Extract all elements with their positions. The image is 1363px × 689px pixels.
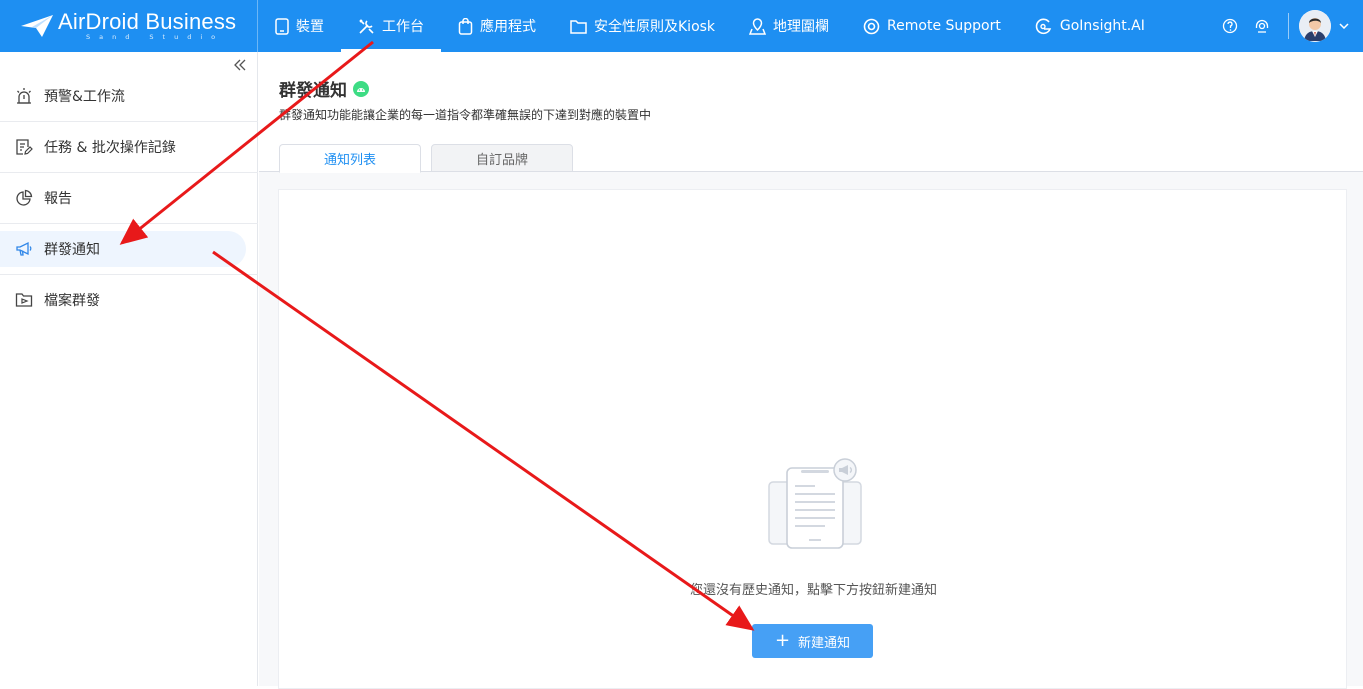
sidebar-item-label: 檔案群發 xyxy=(44,293,100,309)
tab-custom-branding[interactable]: 自訂品牌 xyxy=(431,144,573,172)
support-button[interactable] xyxy=(1246,18,1278,34)
tab-notification-list[interactable]: 通知列表 xyxy=(279,144,421,173)
empty-notification-illustration xyxy=(768,458,862,549)
tab-label: 通知列表 xyxy=(323,153,376,168)
headset-icon xyxy=(1255,19,1269,33)
top-navigation-bar: AirDroid Business Sand Studio 裝置 工作台 應用程… xyxy=(0,0,1363,52)
nav-policy-kiosk[interactable]: 安全性原則及Kiosk xyxy=(553,0,732,52)
nav-apps-label: 應用程式 xyxy=(480,19,536,35)
header-actions xyxy=(1214,0,1363,52)
main-nav: 裝置 工作台 應用程式 安全性原則及Kiosk 地理圍欄 Remote Supp… xyxy=(258,0,1162,52)
megaphone-icon xyxy=(16,241,32,256)
paper-plane-logo-icon xyxy=(21,15,53,37)
sidebar-item-file-broadcast[interactable]: 檔案群發 xyxy=(0,275,258,325)
help-button[interactable] xyxy=(1214,18,1246,34)
notification-list-panel: 您還沒有歷史通知，點擊下方按鈕新建通知 + 新建通知 xyxy=(278,189,1347,689)
goinsight-icon xyxy=(1035,18,1052,34)
app-bag-icon xyxy=(458,17,473,35)
sidebar-item-label: 任務 & 批次操作記錄 xyxy=(44,140,176,156)
sidebar-divider xyxy=(0,223,258,224)
new-notification-button[interactable]: + 新建通知 xyxy=(752,624,873,658)
sidebar-item-label: 預警&工作流 xyxy=(44,89,125,105)
page-title-text: 群發通知 xyxy=(279,81,347,101)
nav-goinsight-label: GoInsight.AI xyxy=(1059,18,1145,34)
tab-bar: 通知列表 自訂品牌 xyxy=(279,144,583,173)
sidebar-item-mass-notification[interactable]: 群發通知 xyxy=(0,231,246,267)
header-divider xyxy=(1288,13,1289,39)
nav-devices[interactable]: 裝置 xyxy=(258,0,341,52)
task-log-icon xyxy=(16,139,33,155)
brand-subtitle: Sand Studio xyxy=(86,33,225,41)
nav-workbench-label: 工作台 xyxy=(382,19,424,35)
user-avatar[interactable] xyxy=(1299,10,1331,42)
brand-name: AirDroid Business xyxy=(58,9,237,34)
collapse-sidebar-icon[interactable] xyxy=(233,58,247,72)
page-title: 群發通知 xyxy=(279,76,369,101)
tab-label: 自訂品牌 xyxy=(475,152,528,168)
sidebar: 預警&工作流 任務 & 批次操作記錄 報告 群發通知 檔案群發 xyxy=(0,52,258,686)
map-pin-icon xyxy=(749,17,767,35)
help-icon xyxy=(1222,18,1238,34)
empty-state-text: 您還沒有歷史通知，點擊下方按鈕新建通知 xyxy=(689,583,937,598)
tools-icon xyxy=(359,18,374,34)
nav-geofence[interactable]: 地理圍欄 xyxy=(732,0,846,52)
user-avatar-icon xyxy=(1299,10,1331,42)
sidebar-item-task-log[interactable]: 任務 & 批次操作記錄 xyxy=(0,122,258,172)
nav-devices-label: 裝置 xyxy=(296,19,324,35)
folder-icon xyxy=(570,19,587,34)
chevron-down-icon[interactable] xyxy=(1339,23,1349,29)
alarm-icon xyxy=(17,88,31,104)
nav-apps[interactable]: 應用程式 xyxy=(441,0,553,52)
nav-remote-support[interactable]: Remote Support xyxy=(846,0,1018,52)
sidebar-item-alerts-workflow[interactable]: 預警&工作流 xyxy=(0,71,258,121)
sidebar-item-reports[interactable]: 報告 xyxy=(0,173,258,223)
page-description: 群發通知功能能讓企業的每一道指令都準確無誤的下達到對應的裝置中 xyxy=(279,108,652,122)
plus-icon: + xyxy=(774,630,791,651)
lifebuoy-icon xyxy=(863,18,880,34)
sidebar-item-label: 群發通知 xyxy=(44,242,100,258)
android-icon xyxy=(353,80,369,97)
brand-logo[interactable]: AirDroid Business Sand Studio xyxy=(0,0,258,52)
nav-goinsight[interactable]: GoInsight.AI xyxy=(1018,0,1162,52)
nav-workbench[interactable]: 工作台 xyxy=(341,0,441,52)
file-send-icon xyxy=(15,293,33,307)
nav-remote-support-label: Remote Support xyxy=(887,18,1001,34)
new-notification-label: 新建通知 xyxy=(798,635,851,651)
nav-policy-kiosk-label: 安全性原則及Kiosk xyxy=(594,19,716,35)
main-content: 群發通知 群發通知功能能讓企業的每一道指令都準確無誤的下達到對應的裝置中 通知列… xyxy=(259,52,1363,689)
pie-chart-icon xyxy=(16,189,33,206)
sidebar-item-label: 報告 xyxy=(44,191,72,207)
nav-geofence-label: 地理圍欄 xyxy=(773,19,830,35)
tablet-icon xyxy=(275,17,289,35)
